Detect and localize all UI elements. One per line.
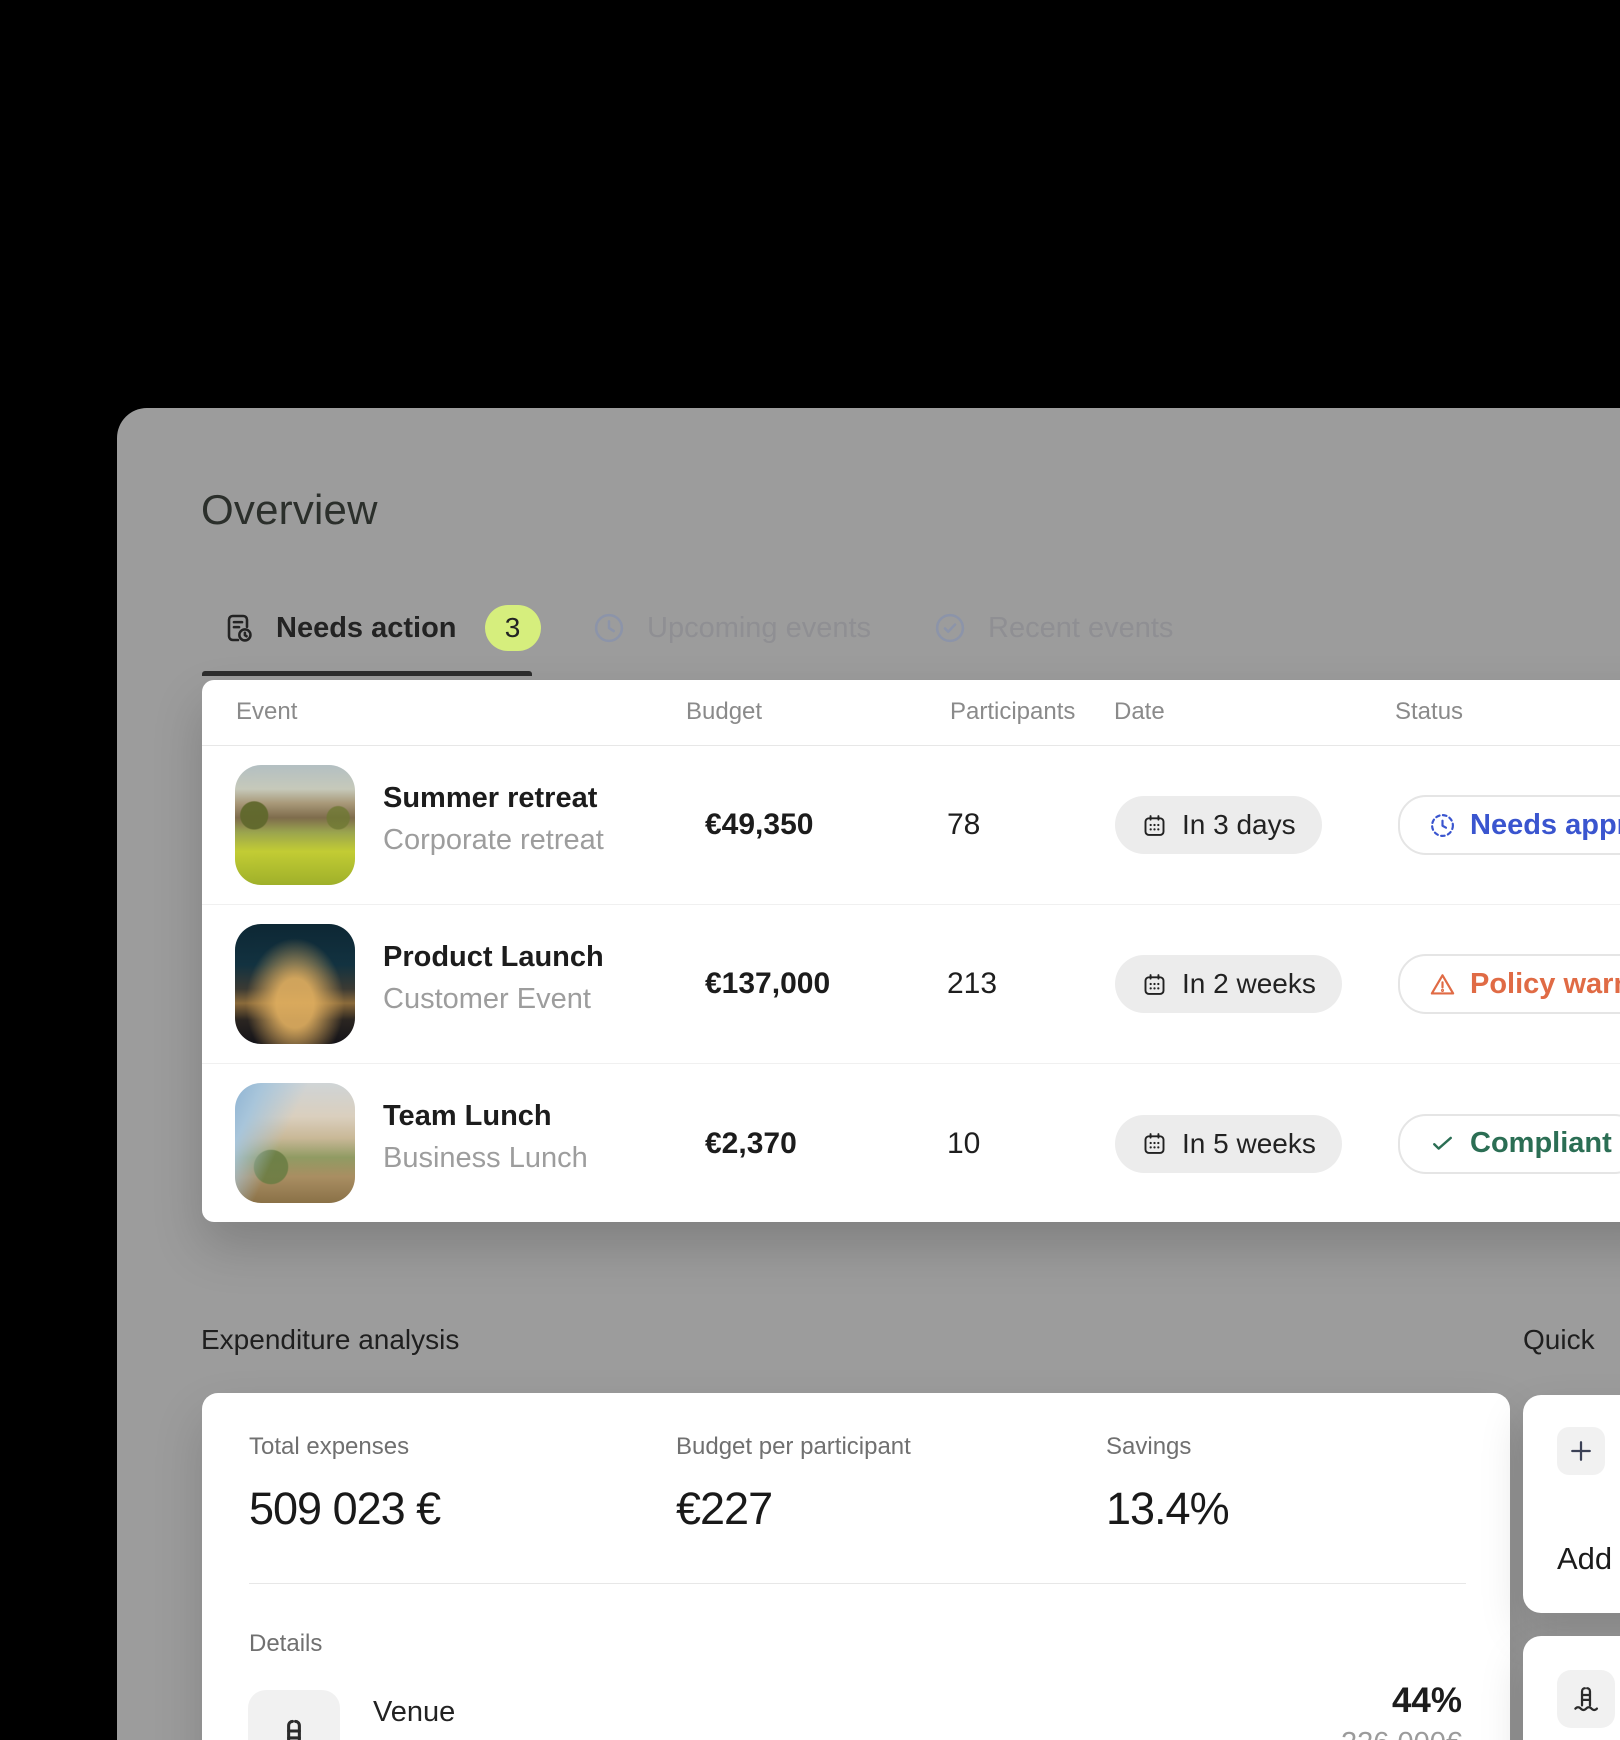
quick-action-label: Add <box>1557 1541 1612 1577</box>
stat-label: Savings <box>1106 1433 1229 1461</box>
table-row[interactable]: Product Launch Customer Event €137,000 2… <box>202 905 1620 1064</box>
needs-action-count-badge: 3 <box>485 605 541 651</box>
events-table: Event Budget Participants Date Status Su… <box>202 680 1620 1222</box>
tab-needs-action[interactable]: Needs action 3 <box>220 604 541 652</box>
detail-row-percent: 44% <box>1392 1681 1462 1721</box>
check-circle-icon <box>932 610 968 646</box>
status-label: Compliant <box>1470 1127 1612 1160</box>
event-name: Product Launch <box>383 941 604 974</box>
event-category: Corporate retreat <box>383 824 604 857</box>
calendar-icon <box>1141 812 1168 839</box>
event-date-chip: In 2 weeks <box>1115 955 1342 1013</box>
table-row[interactable]: Summer retreat Corporate retreat €49,350… <box>202 746 1620 905</box>
event-name: Summer retreat <box>383 782 604 815</box>
event-participants: 10 <box>947 1127 980 1161</box>
tab-label: Recent events <box>988 612 1173 645</box>
column-header-status: Status <box>1395 680 1463 744</box>
event-participants: 78 <box>947 808 980 842</box>
stat-label: Total expenses <box>249 1433 440 1461</box>
tab-upcoming-events[interactable]: Upcoming events <box>591 604 871 652</box>
quick-actions-section-title: Quick <box>1523 1324 1595 1356</box>
event-budget: €2,370 <box>705 1127 797 1161</box>
detail-row-label: Venue <box>373 1696 455 1729</box>
stat-budget-per-participant: Budget per participant €227 <box>676 1433 911 1535</box>
document-clock-icon <box>220 610 256 646</box>
stat-value: 509 023 € <box>249 1483 440 1535</box>
active-tab-underline <box>202 671 532 676</box>
status-badge: Needs approval <box>1398 795 1620 855</box>
column-header-participants: Participants <box>950 680 1075 744</box>
venue-icon-box <box>248 1690 340 1740</box>
event-date-chip: In 3 days <box>1115 796 1322 854</box>
event-name: Team Lunch <box>383 1100 588 1133</box>
overview-panel: Overview Needs action 3 Upcoming events <box>117 408 1620 1740</box>
event-budget: €137,000 <box>705 967 830 1001</box>
stat-value: 13.4% <box>1106 1483 1229 1535</box>
details-label: Details <box>249 1630 322 1658</box>
event-thumbnail <box>235 765 355 885</box>
tab-label: Upcoming events <box>647 612 871 645</box>
stat-value: €227 <box>676 1483 911 1535</box>
expenditure-section-title: Expenditure analysis <box>201 1324 459 1356</box>
quick-action-pool-card[interactable] <box>1523 1636 1620 1740</box>
plus-icon <box>1566 1436 1596 1466</box>
pool-icon-box[interactable] <box>1557 1670 1615 1728</box>
table-header: Event Budget Participants Date Status <box>202 680 1620 746</box>
divider <box>249 1583 1466 1584</box>
status-label: Policy warning <box>1470 968 1620 1001</box>
check-icon <box>1428 1129 1457 1158</box>
detail-row-amount: 226 000€ <box>1341 1727 1462 1740</box>
stat-savings: Savings 13.4% <box>1106 1433 1229 1535</box>
table-row[interactable]: Team Lunch Business Lunch €2,370 10 <box>202 1064 1620 1223</box>
pool-ladder-icon <box>1569 1682 1603 1716</box>
calendar-icon <box>1141 1130 1168 1157</box>
column-header-date: Date <box>1114 680 1165 744</box>
event-thumbnail <box>235 924 355 1044</box>
column-header-budget: Budget <box>686 680 762 744</box>
event-date: In 3 days <box>1182 809 1296 841</box>
event-category: Customer Event <box>383 983 604 1016</box>
event-thumbnail <box>235 1083 355 1203</box>
venue-ladder-icon <box>271 1713 317 1740</box>
screen: Overview Needs action 3 Upcoming events <box>0 0 1620 1740</box>
status-badge: Compliant <box>1398 1114 1620 1174</box>
event-participants: 213 <box>947 967 997 1001</box>
tab-recent-events[interactable]: Recent events <box>932 604 1173 652</box>
stat-label: Budget per participant <box>676 1433 911 1461</box>
status-badge: Policy warning <box>1398 954 1620 1014</box>
event-category: Business Lunch <box>383 1142 588 1175</box>
status-label: Needs approval <box>1470 809 1620 842</box>
clock-circle-icon <box>591 610 627 646</box>
event-date: In 5 weeks <box>1182 1128 1316 1160</box>
calendar-icon <box>1141 971 1168 998</box>
event-date: In 2 weeks <box>1182 968 1316 1000</box>
quick-action-add-card[interactable]: Add <box>1523 1395 1620 1613</box>
clock-dashed-icon <box>1428 811 1457 840</box>
stat-total-expenses: Total expenses 509 023 € <box>249 1433 440 1535</box>
tab-label: Needs action <box>276 612 457 645</box>
page-title: Overview <box>201 486 378 534</box>
expenditure-card: Total expenses 509 023 € Budget per part… <box>202 1393 1510 1740</box>
event-budget: €49,350 <box>705 808 813 842</box>
plus-icon-box[interactable] <box>1557 1427 1605 1475</box>
column-header-event: Event <box>236 680 297 744</box>
warning-triangle-icon <box>1428 970 1457 999</box>
event-date-chip: In 5 weeks <box>1115 1115 1342 1173</box>
